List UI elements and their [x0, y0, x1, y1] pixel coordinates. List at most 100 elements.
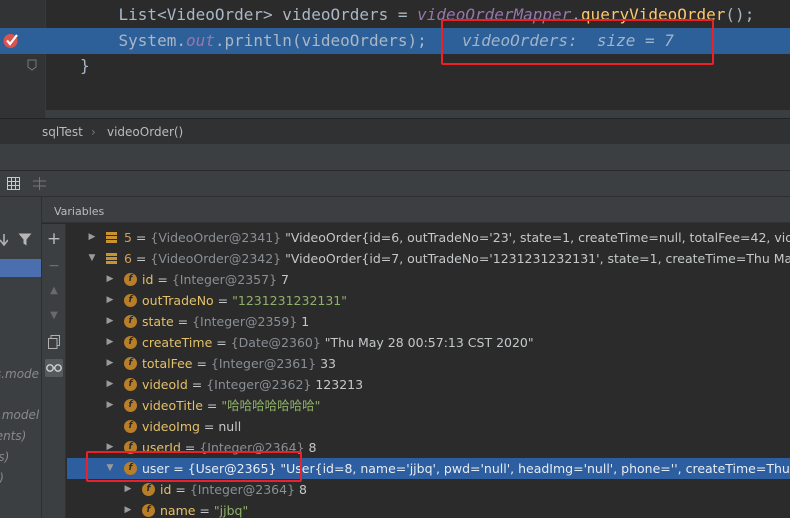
frame-item[interactable]: ments) [0, 429, 26, 443]
variable-value: "1231231232131" [232, 293, 348, 308]
equals-sign: = [199, 419, 219, 434]
variable-name: totalFee [142, 356, 193, 371]
breadcrumb-class[interactable]: sqlTest [42, 125, 83, 139]
field-icon: f [124, 378, 137, 391]
frames-layout-icon[interactable] [7, 177, 20, 190]
frame-item[interactable]: nts) [0, 450, 9, 464]
expand-arrow-icon[interactable]: ▶ [105, 290, 115, 311]
breadcrumb-separator: › [91, 125, 96, 139]
expand-arrow-icon[interactable]: ▶ [87, 227, 97, 248]
expand-arrow-icon[interactable]: ▶ [105, 269, 115, 290]
field-icon: f [142, 504, 155, 517]
variable-value: 8 [295, 482, 307, 497]
breadcrumb-method[interactable]: videoOrder() [107, 125, 183, 139]
variable-row-field[interactable]: ▶ f outTradeNo = "1231231232131" [67, 290, 790, 311]
variable-type: {Integer@2364} [189, 482, 296, 497]
variable-name: videoImg [142, 419, 200, 434]
expand-arrow-icon[interactable]: ▶ [123, 479, 133, 500]
fold-marker-icon[interactable] [27, 59, 37, 71]
equals-sign: = [131, 230, 151, 245]
variable-row-field[interactable]: ▶ f videoId = {Integer@2362} 123213 [67, 374, 790, 395]
expand-arrow-icon[interactable]: ▶ [105, 374, 115, 395]
threads-layout-icon[interactable] [33, 177, 46, 190]
variable-row-field[interactable]: f videoImg = null [67, 416, 790, 437]
move-down-button[interactable]: ▼ [45, 307, 63, 325]
variable-value: "VideoOrder{id=7, outTradeNo='1231231232… [285, 251, 790, 266]
add-watch-button[interactable]: + [45, 230, 63, 248]
equals-sign: = [153, 272, 172, 287]
annotation-box-inline-hint [441, 19, 714, 65]
glasses-icon[interactable] [45, 359, 63, 377]
expand-arrow-icon[interactable]: ▶ [105, 353, 115, 374]
variable-value: 7 [277, 272, 289, 287]
variable-value: "User{id=8, name='jjbq', pwd='null', hea… [280, 461, 790, 476]
equals-sign: = [171, 482, 190, 497]
variable-row-array-element[interactable]: ▶ 5 = {VideoOrder@2341} "VideoOrder{id=6… [67, 227, 790, 248]
collapse-arrow-icon[interactable]: ▼ [87, 248, 97, 269]
equals-sign: = [131, 251, 151, 266]
step-down-icon[interactable] [0, 234, 8, 246]
equals-sign: = [213, 293, 233, 308]
variable-value: "jjbq" [213, 503, 249, 518]
code-text: List<VideoOrder> videoOrders = [118, 5, 418, 24]
filter-icon[interactable] [18, 233, 32, 246]
equals-sign: = [192, 356, 211, 371]
code-text-end: (); [725, 5, 755, 24]
variable-row-field[interactable]: ▶ f state = {Integer@2359} 1 [67, 311, 790, 332]
variable-type: {Date@2360} [230, 335, 321, 350]
equals-sign: = [202, 398, 222, 413]
code-text: System. [118, 31, 186, 50]
field-icon: f [124, 420, 137, 433]
variable-name: state [142, 314, 174, 329]
variable-name: id [142, 272, 154, 287]
variable-row-array-element[interactable]: ▼ 6 = {VideoOrder@2342} "VideoOrder{id=7… [67, 248, 790, 269]
variable-name: 5 [124, 230, 132, 245]
array-element-icon [106, 232, 117, 243]
editor-horizontal-scrollbar[interactable] [46, 110, 790, 118]
variable-type: {Integer@2362} [206, 377, 312, 392]
variable-type: {Integer@2361} [210, 356, 317, 371]
frame-item[interactable]: s) [0, 471, 4, 485]
variable-row-field[interactable]: ▶ f id = {Integer@2357} 7 [67, 269, 790, 290]
selected-frame[interactable] [0, 259, 41, 277]
expand-arrow-icon[interactable]: ▶ [123, 500, 133, 518]
variable-name: videoId [142, 377, 188, 392]
variable-type: {VideoOrder@2342} [150, 251, 282, 266]
equals-sign: = [212, 335, 231, 350]
expand-arrow-icon[interactable]: ▶ [105, 311, 115, 332]
move-up-button[interactable]: ▲ [45, 282, 63, 300]
field-icon: f [124, 336, 137, 349]
breakpoint-icon[interactable] [2, 32, 19, 49]
variables-tab[interactable]: Variables [54, 205, 104, 218]
variable-value: "哈哈哈哈哈哈哈" [221, 398, 321, 413]
breadcrumb: sqlTest › videoOrder() [0, 118, 790, 144]
copy-icon[interactable] [45, 333, 63, 351]
frame-item[interactable]: rs.mode [0, 367, 39, 381]
code-field-token: out [185, 31, 215, 50]
variable-type: {Integer@2359} [192, 314, 298, 329]
variable-value: "Thu May 28 00:57:13 CST 2020" [320, 335, 534, 350]
expand-arrow-icon[interactable]: ▶ [105, 395, 115, 416]
variable-value: 1 [297, 314, 310, 329]
equals-sign: = [173, 314, 193, 329]
variable-row-field[interactable]: ▶ f id = {Integer@2364} 8 [67, 479, 790, 500]
variable-row-field[interactable]: ▶ f name = "jjbq" [67, 500, 790, 518]
variable-row-field[interactable]: ▶ f createTime = {Date@2360} "Thu May 28… [67, 332, 790, 353]
variable-value: "VideoOrder{id=6, outTradeNo='23', state… [285, 230, 790, 245]
expand-arrow-icon[interactable]: ▶ [105, 332, 115, 353]
variable-type: {Integer@2357} [171, 272, 278, 287]
array-element-icon [106, 253, 117, 264]
variable-row-field[interactable]: ▶ f totalFee = {Integer@2361} 33 [67, 353, 790, 374]
variable-row-field[interactable]: ▶ f videoTitle = "哈哈哈哈哈哈哈" [67, 395, 790, 416]
variable-name: id [160, 482, 172, 497]
frame-item[interactable]: .model [0, 408, 39, 422]
remove-watch-button[interactable]: − [45, 257, 63, 275]
variables-tab-bar [42, 197, 790, 223]
code-closing-brace: } [80, 56, 90, 75]
field-icon: f [124, 357, 137, 370]
field-icon: f [142, 483, 155, 496]
variable-value: 123213 [311, 377, 364, 392]
variable-name: name [160, 503, 196, 518]
